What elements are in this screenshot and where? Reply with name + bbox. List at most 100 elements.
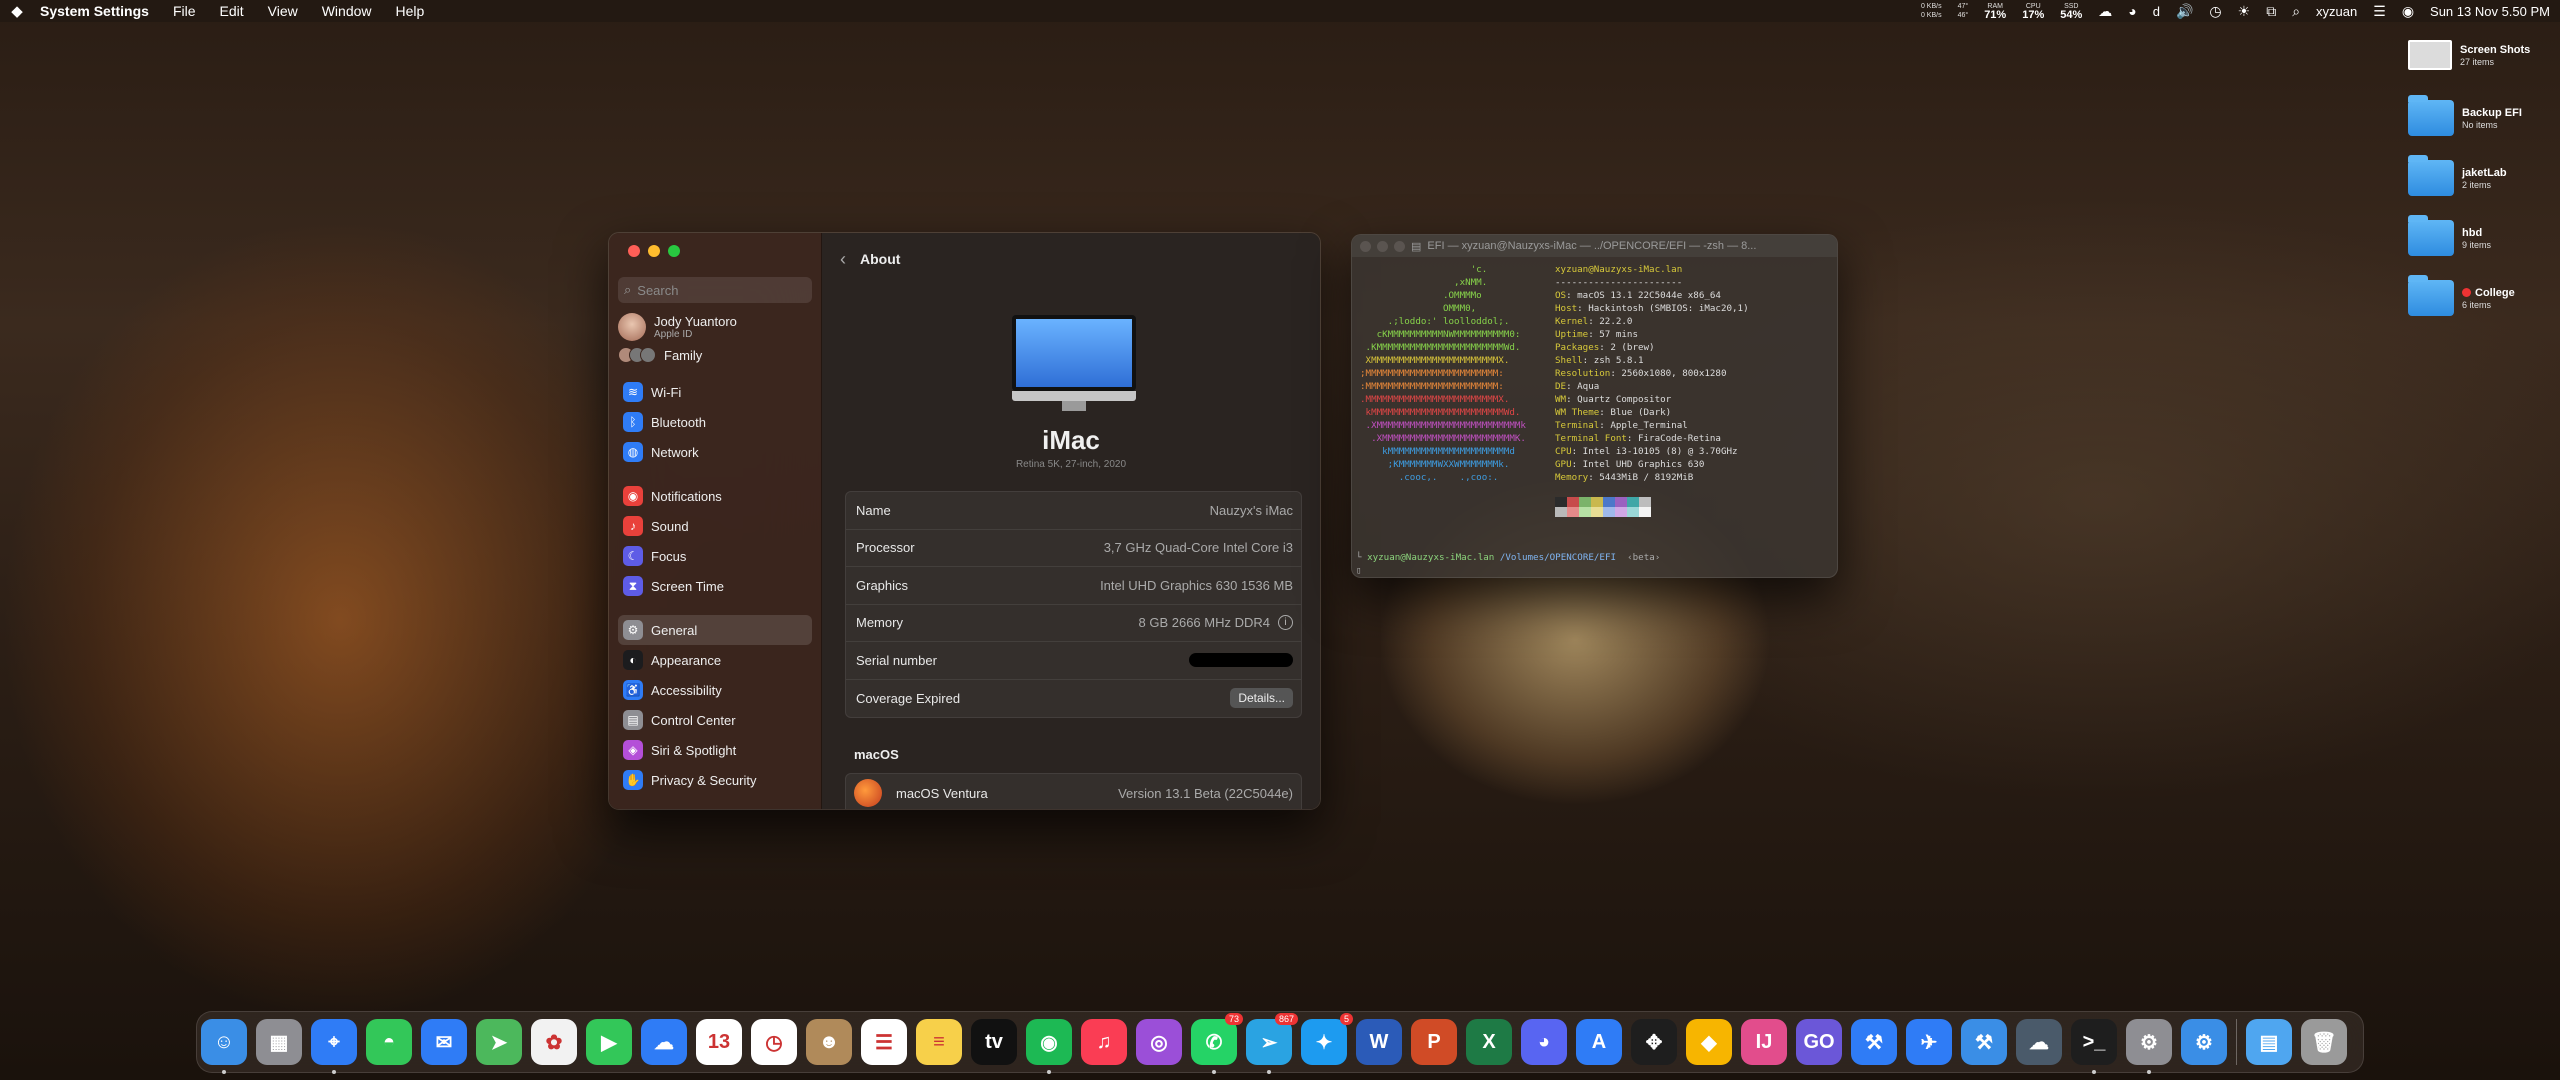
menu-file[interactable]: File (161, 3, 208, 19)
twitter-icon[interactable]: ✦ 5 (1301, 1013, 1353, 1065)
sidebar-item-control-center[interactable]: ▤ Control Center (618, 705, 812, 735)
reminders-icon[interactable]: ☰ (861, 1019, 907, 1065)
close-button[interactable] (1360, 240, 1371, 252)
sidebar-item-privacy-security[interactable]: ✋ Privacy & Security (618, 765, 812, 795)
system-settings-icon[interactable]: ⚙ (2126, 1019, 2172, 1074)
info-row-memory: Memory 8 GB 2666 MHz DDR4 i (846, 605, 1301, 642)
sidebar-item-accessibility[interactable]: ♿ Accessibility (618, 675, 812, 705)
messages-icon[interactable]: ◓ (366, 1019, 412, 1065)
discord-menu-icon[interactable]: ◕ (2128, 3, 2136, 19)
testflight-icon[interactable]: ✈ (1906, 1019, 1952, 1065)
shell-prompt[interactable]: └ xyzuan@Nauzyxs-iMac.lan /Volumes/OPENC… (1356, 551, 1660, 577)
letter-menu[interactable]: d (2153, 4, 2160, 19)
info-icon[interactable]: i (1278, 615, 1293, 631)
desktop-item[interactable]: College 6 items (2408, 275, 2558, 316)
time-machine-icon[interactable]: ◷ (2209, 3, 2221, 20)
sidebar-item-appearance[interactable]: ◐ Appearance (618, 645, 812, 675)
running-indicator (332, 1070, 336, 1074)
apple-id-row[interactable]: Jody Yuantoro Apple ID (618, 313, 812, 341)
ram-stat[interactable]: RAM 71% (1984, 2, 2006, 21)
discord-icon[interactable]: ◕ (1521, 1019, 1567, 1065)
sidebar-item-bluetooth[interactable]: ᛒ Bluetooth (618, 407, 812, 437)
info-row-name[interactable]: Name Nauzyx's iMac (846, 492, 1301, 530)
info-row-processor: Processor 3,7 GHz Quad-Core Intel Core i3 (846, 530, 1301, 567)
apple-tv-icon[interactable]: tv (971, 1019, 1017, 1065)
music-icon[interactable]: ♫ (1081, 1019, 1127, 1065)
sidebar-item-sound[interactable]: ♪ Sound (618, 511, 812, 541)
photos-icon[interactable]: ✿ (531, 1019, 577, 1065)
gear-icon: ⚙ (623, 620, 643, 640)
search-icon[interactable]: ⌕ (2292, 3, 2300, 20)
ssd-stat[interactable]: SSD 54% (2060, 2, 2082, 21)
app-store-icon[interactable]: A (1576, 1019, 1622, 1065)
sidebar-item-screen-time[interactable]: ⧗ Screen Time (618, 571, 812, 601)
desktop-item[interactable]: jaketLab 2 items (2408, 155, 2558, 196)
sidebar-item-label: General (651, 622, 698, 638)
excel-icon[interactable]: X (1466, 1019, 1512, 1065)
desktop-item[interactable]: Screen Shots 27 items (2408, 40, 2558, 70)
sidebar-item-network[interactable]: ◍ Network (618, 437, 812, 467)
desktop-item[interactable]: Backup EFI No items (2408, 95, 2558, 136)
telegram-icon[interactable]: ➢ 867 (1246, 1013, 1298, 1074)
sidebar-item-wi-fi[interactable]: ≋ Wi-Fi (618, 377, 812, 407)
facetime-icon[interactable]: ▶ (586, 1019, 632, 1065)
spotify-icon[interactable]: ◉ (1026, 1019, 1072, 1074)
volume-icon[interactable]: 🔊 (2176, 3, 2193, 20)
zoom-button[interactable] (1394, 240, 1405, 252)
network-stat[interactable]: 0 KB/s 0 KB/s (1921, 2, 1942, 20)
xcode-beta-icon[interactable]: ⚒ (1961, 1019, 2007, 1065)
menu-help[interactable]: Help (384, 3, 437, 19)
launchpad-icon[interactable]: ▦ (256, 1019, 302, 1065)
menu-window[interactable]: Window (310, 3, 384, 19)
family-row[interactable]: Family (618, 347, 812, 363)
safari-icon[interactable]: ⌖ (311, 1019, 357, 1074)
trash-icon[interactable]: 🗑 (2301, 1019, 2347, 1065)
brightness-icon[interactable]: ☀ (2238, 3, 2251, 20)
system-information-icon[interactable]: ⚙ (2181, 1019, 2227, 1065)
desktop-item[interactable]: hbd 9 items (2408, 215, 2558, 256)
sidebar-item-focus[interactable]: ☾ Focus (618, 541, 812, 571)
downloads-folder-icon[interactable]: ▤ (2246, 1019, 2292, 1065)
clock[interactable]: Sun 13 Nov 5.50 PM (2430, 4, 2550, 19)
user-menu[interactable]: xyzuan (2316, 4, 2357, 19)
sketch-icon[interactable]: ◆ (1686, 1019, 1732, 1065)
sidebar-item-notifications[interactable]: ◉ Notifications (618, 481, 812, 511)
apple-menu-icon[interactable]: ◆ (0, 2, 34, 20)
temp-stat[interactable]: 47° 46° (1958, 2, 1969, 20)
zoom-button[interactable] (668, 245, 680, 257)
menu-edit[interactable]: Edit (208, 3, 256, 19)
notes-icon[interactable]: ≡ (916, 1019, 962, 1065)
search-input[interactable] (637, 282, 788, 298)
minimize-button[interactable] (648, 245, 660, 257)
sidebar-item-siri-spotlight[interactable]: ◈ Siri & Spotlight (618, 735, 812, 765)
screen-mirroring-icon[interactable]: ⧉ (2266, 3, 2276, 20)
podcasts-icon[interactable]: ◎ (1136, 1019, 1182, 1065)
terminal-icon[interactable]: >_ (2071, 1019, 2117, 1074)
xcode-icon[interactable]: ⚒ (1851, 1019, 1897, 1065)
word-icon[interactable]: W (1356, 1019, 1402, 1065)
intellij-icon[interactable]: IJ (1741, 1019, 1787, 1065)
app-menu[interactable]: System Settings (34, 3, 161, 19)
cpu-stat[interactable]: CPU 17% (2022, 2, 2044, 21)
mail-icon[interactable]: ✉ (421, 1019, 467, 1065)
goland-icon[interactable]: GO (1796, 1019, 1842, 1065)
menu-view[interactable]: View (256, 3, 310, 19)
finder-icon[interactable]: ☺ (201, 1019, 247, 1074)
back-chevron-icon[interactable]: ‹ (840, 249, 846, 270)
details-button[interactable]: Details... (1230, 688, 1293, 709)
sidebar-item-general[interactable]: ⚙ General (618, 615, 812, 645)
close-button[interactable] (628, 245, 640, 257)
weather-icon[interactable]: ☁ (641, 1019, 687, 1065)
maps-icon[interactable]: ➤ (476, 1019, 522, 1065)
clock-icon[interactable]: ◷ (751, 1019, 797, 1065)
cloud-app-icon[interactable]: ☁ (2016, 1019, 2062, 1065)
calendar-icon[interactable]: 13 (696, 1019, 742, 1065)
control-center-icon[interactable]: ☰ (2373, 3, 2386, 20)
cloud-icon[interactable]: ☁ (2098, 3, 2112, 20)
contacts-icon[interactable]: ☻ (806, 1019, 852, 1065)
powerpoint-icon[interactable]: P (1411, 1019, 1457, 1065)
siri-icon[interactable]: ◉ (2402, 3, 2414, 20)
whatsapp-icon[interactable]: ✆ 73 (1191, 1013, 1243, 1074)
minimize-button[interactable] (1377, 240, 1388, 252)
figma-icon[interactable]: ✥ (1631, 1019, 1677, 1065)
